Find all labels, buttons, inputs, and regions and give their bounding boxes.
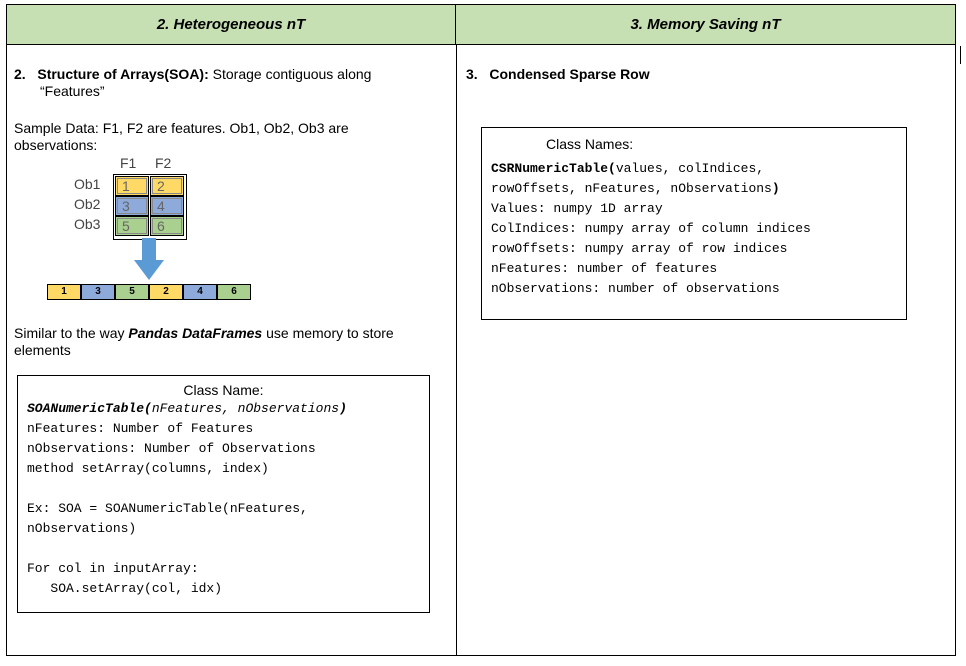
csr-number: 3. <box>466 66 478 82</box>
soa-title-rest: Storage contiguous along <box>208 66 372 82</box>
grid-cell: 6 <box>150 216 184 236</box>
code-line: Ex: SOA = SOANumericTable(nFeatures, <box>27 501 308 516</box>
code-line: rowOffsets: numpy array of row indices <box>491 241 788 256</box>
soa-heading: 2. Structure of Arrays(SOA): Storage con… <box>14 66 444 100</box>
strip-cell: 4 <box>183 284 217 300</box>
sample-line-2: observations: <box>14 137 98 153</box>
col-header-f1: F1 <box>120 155 137 171</box>
grid-cell: 2 <box>150 176 184 196</box>
grid-cell: 5 <box>115 216 149 236</box>
code-line: nFeatures: number of features <box>491 261 718 276</box>
soa-class-box: Class Name: SOANumericTable(nFeatures, n… <box>17 375 430 613</box>
sample-data-text: Sample Data: F1, F2 are features. Ob1, O… <box>14 120 444 154</box>
flattened-strip: 1 3 5 2 4 6 <box>47 284 257 300</box>
csr-class-args-2: rowOffsets, nFeatures, nObservations <box>491 181 772 196</box>
down-arrow-icon <box>134 238 164 280</box>
col-header-f2: F2 <box>155 155 172 171</box>
soa-code: SOANumericTable(nFeatures, nObservations… <box>18 399 429 599</box>
header-heterogeneous: 2. Heterogeneous nT <box>7 5 456 45</box>
strip-cell: 3 <box>81 284 115 300</box>
grid-cell: 1 <box>115 176 149 196</box>
csr-class-args: values, colIndices, <box>615 161 765 176</box>
row-header-ob2: Ob2 <box>74 196 101 212</box>
csr-class-box-title: Class Names: <box>546 136 634 152</box>
csr-code: CSRNumericTable(values, colIndices, rowO… <box>482 159 906 299</box>
code-line: method setArray(columns, index) <box>27 461 269 476</box>
soa-class-name: SOANumericTable( <box>27 401 152 416</box>
csr-class-name: CSRNumericTable( <box>491 161 616 176</box>
soa-class-args: nFeatures, nObservations <box>151 401 340 416</box>
csr-class-close: ) <box>771 181 780 196</box>
csr-class-box: Class Names: CSRNumericTable(values, col… <box>481 127 907 320</box>
soa-title: Structure of Arrays(SOA): <box>37 66 209 82</box>
strip-cell: 1 <box>47 284 81 300</box>
code-line: nFeatures: Number of Features <box>27 421 254 436</box>
soa-class-close: ) <box>339 401 347 416</box>
code-line: For col in inputArray: <box>27 561 199 576</box>
text-cursor <box>960 46 961 64</box>
similar-text: Similar to the way Pandas DataFrames use… <box>14 325 444 359</box>
strip-cell: 5 <box>115 284 149 300</box>
grid-cell: 3 <box>115 196 149 216</box>
code-line: ColIndices: numpy array of column indice… <box>491 221 811 236</box>
column-divider <box>456 45 457 655</box>
soa-class-box-title: Class Name: <box>183 382 264 398</box>
grid-cell: 4 <box>150 196 184 216</box>
strip-cell: 6 <box>217 284 251 300</box>
code-line: nObservations: number of observations <box>491 281 780 296</box>
sample-line-1: Sample Data: F1, F2 are features. Ob1, O… <box>14 120 349 136</box>
similar-post: use memory to store <box>262 325 394 341</box>
code-line: nObservations) <box>27 521 137 536</box>
row-header-ob3: Ob3 <box>74 216 101 232</box>
csr-heading: 3. Condensed Sparse Row <box>466 66 946 83</box>
header-memory-saving: 3. Memory Saving nT <box>456 5 955 45</box>
row-header-ob1: Ob1 <box>74 176 101 192</box>
csr-title: Condensed Sparse Row <box>489 66 650 82</box>
similar-line-2: elements <box>14 342 71 358</box>
code-line: Values: numpy 1D array <box>491 201 663 216</box>
strip-cell: 2 <box>149 284 183 300</box>
soa-title-line2: “Features” <box>40 83 105 99</box>
similar-bold: Pandas DataFrames <box>128 325 263 341</box>
soa-number: 2. <box>14 66 26 82</box>
code-line: nObservations: Number of Observations <box>27 441 316 456</box>
similar-pre: Similar to the way <box>14 325 129 341</box>
code-line: SOA.setArray(col, idx) <box>27 581 223 596</box>
